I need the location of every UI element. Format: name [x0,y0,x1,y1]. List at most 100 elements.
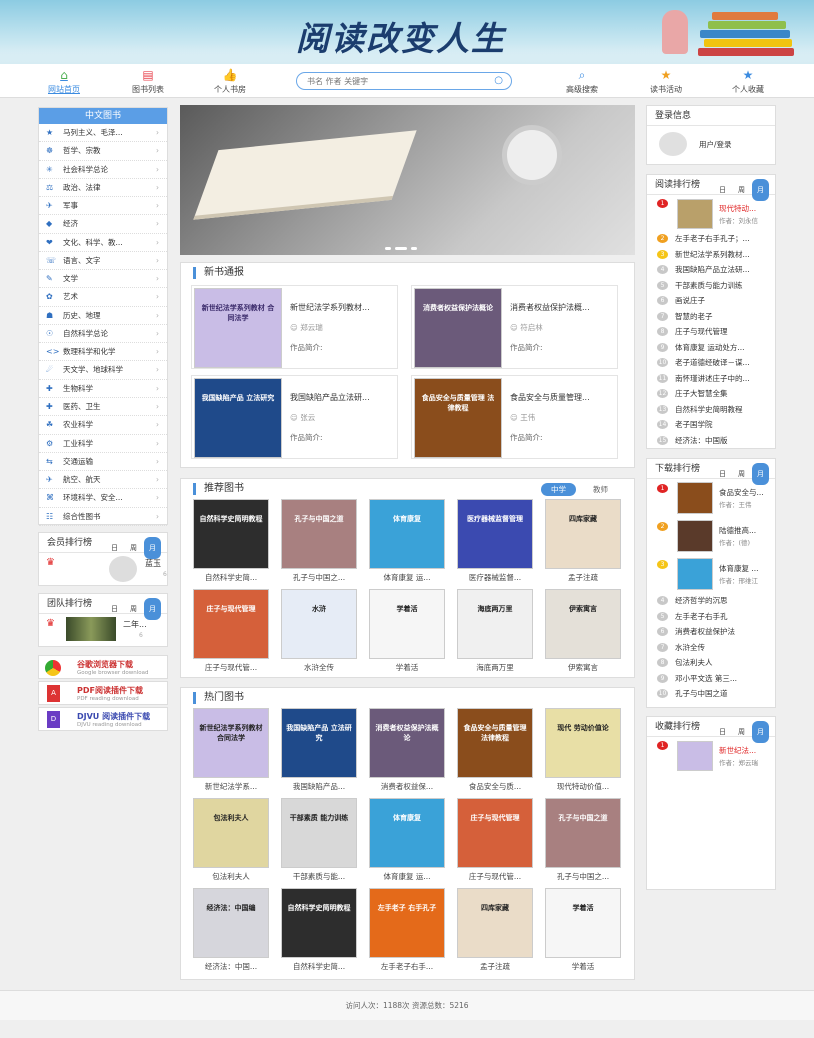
book-cover[interactable]: 我国缺陷产品 立法研究 [194,378,282,458]
new-book-card[interactable]: 消费者权益保护法概论 消费者权益保护法概... ☺ 符启林 作品简介: [411,285,618,369]
book-cover[interactable]: 我国缺陷产品 立法研究 [281,708,357,778]
book-caption[interactable]: 新世纪法学系... [192,781,270,792]
rank-item[interactable]: 10 老子道德经破译－谋... [647,355,775,371]
rank-top-item[interactable]: 3 体育康复 ... 作者：邢维江 [647,555,775,593]
book-caption[interactable]: 干部素质与能... [280,871,358,882]
rank-item[interactable]: 10 孔子与中国之道 [647,686,775,702]
category-item[interactable]: <> 数理科学和化学 › [39,343,167,362]
book-cover[interactable]: 干部素质 能力训练 [281,798,357,868]
carousel-dot-active[interactable] [395,247,407,250]
book-title[interactable]: 消费者权益保护法概... [510,302,590,313]
nav-book-list[interactable]: ▤ 图书列表 [118,68,178,95]
book-cover[interactable]: 体育康复 [369,499,445,569]
tab-middle-school[interactable]: 中学 [541,483,576,496]
book-cover[interactable]: 包法利夫人 [193,798,269,868]
book-caption[interactable]: 自然科学史简... [280,961,358,972]
category-item[interactable]: ⌘ 环境科学、安全... › [39,489,167,508]
category-item[interactable]: ✈ 航空、航天 › [39,471,167,490]
book-caption[interactable]: 包法利夫人 [192,871,270,882]
category-item[interactable]: ☷ 综合性图书 › [39,508,167,526]
tab-week[interactable]: 周 [125,598,142,620]
rank-item[interactable]: 9 邓小平文选 第三... [647,671,775,687]
search-input[interactable] [307,75,487,88]
category-item[interactable]: ☘ 农业科学 › [39,416,167,435]
book-caption[interactable]: 学着活 [368,662,446,673]
nav-my-favorites[interactable]: ★ 个人收藏 [718,68,778,95]
category-item[interactable]: ✳ 社会科学总论 › [39,161,167,179]
book-cover[interactable]: 体育康复 [369,798,445,868]
category-item[interactable]: ☏ 语言、文字 › [39,252,167,271]
carousel-dot[interactable] [411,247,417,250]
book-caption[interactable]: 孟子注疏 [456,961,534,972]
book-caption[interactable]: 现代特动价值... [544,781,622,792]
book-caption[interactable]: 学着活 [544,961,622,972]
category-item[interactable]: ☸ 哲学、宗教 › [39,142,167,161]
category-item[interactable]: ✎ 文学 › [39,270,167,289]
book-cover[interactable]: 自然科学史简明教程 [193,499,269,569]
book-caption[interactable]: 孟子注疏 [544,572,622,583]
category-item[interactable]: ⇆ 交通运输 › [39,453,167,472]
category-item[interactable]: ☄ 天文学、地球科学 › [39,361,167,380]
book-caption[interactable]: 庄子与现代管... [456,871,534,882]
category-item[interactable]: ✚ 医药、卫生 › [39,398,167,417]
book-cover[interactable]: 消费者权益保护法概论 [369,708,445,778]
book-caption[interactable]: 体育康复 运... [368,871,446,882]
book-caption[interactable]: 海底两万里 [456,662,534,673]
new-book-card[interactable]: 新世纪法学系列教材 合同法学 新世纪法学系列教材... ☺ 郑云瑞 作品简介: [191,285,398,369]
book-caption[interactable]: 孔子与中国之... [280,572,358,583]
hero-carousel[interactable] [180,105,635,255]
book-cover[interactable]: 现代 劳动价值论 [545,708,621,778]
book-cover[interactable]: 孔子与中国之道 [545,798,621,868]
rank-item[interactable]: 14 老子国学院 [647,417,775,433]
rank-item[interactable]: 2 左手老子右手孔子；... [647,231,775,247]
book-title[interactable]: 食品安全与质量管理... [510,392,590,403]
book-cover[interactable]: 学着活 [369,589,445,659]
book-caption[interactable]: 水浒全传 [280,662,358,673]
rank-item[interactable]: 5 左手老子右手孔 [647,609,775,625]
category-item[interactable]: ❤ 文化、科学、教... › [39,234,167,252]
new-book-card[interactable]: 我国缺陷产品 立法研究 我国缺陷产品立法研... ☺ 张云 作品简介: [191,375,398,459]
rank-item[interactable]: 4 经济哲学的沉思 [647,593,775,609]
book-cover[interactable]: 海底两万里 [457,589,533,659]
tab-teacher[interactable]: 教师 [593,484,608,495]
rank-item[interactable]: 4 我国缺陷产品立法研... [647,262,775,278]
book-caption[interactable]: 医疗器械监督... [456,572,534,583]
book-cover[interactable]: 四库家藏 [457,888,533,958]
rank-item[interactable]: 8 包法利夫人 [647,655,775,671]
category-item[interactable]: ✚ 生物科学 › [39,380,167,398]
book-caption[interactable]: 体育康复 运... [368,572,446,583]
tab-month[interactable]: 月 [144,537,161,559]
book-caption[interactable]: 伊索寓言 [544,662,622,673]
team-name[interactable]: 二年... [123,619,147,630]
rank-item[interactable]: 8 庄子与现代管理 [647,324,775,340]
book-caption[interactable]: 自然科学史简... [192,572,270,583]
nav-advanced-search[interactable]: ⌕ 高级搜索 [552,68,612,95]
category-item[interactable]: ✈ 军事 › [39,197,167,216]
nav-reading-activity[interactable]: ★ 读书活动 [636,68,696,95]
nav-home[interactable]: ⌂ 网站首页 [34,68,94,95]
rank-item[interactable]: 13 自然科学史简明教程 [647,402,775,418]
rank-item[interactable]: 7 水浒全传 [647,640,775,656]
book-caption[interactable]: 孔子与中国之... [544,871,622,882]
rank-top-item[interactable]: 2 陆德推高... 作者：(德) [647,517,775,555]
tab-week[interactable]: 周 [125,537,142,559]
book-title[interactable]: 我国缺陷产品立法研... [290,392,370,403]
rank-item[interactable]: 11 南怀瑾讲述庄子中的... [647,371,775,387]
nav-my-study[interactable]: 👍 个人书房 [200,68,260,95]
member-name[interactable]: 蓝玉 [145,558,161,569]
book-cover[interactable]: 经济法：中国编 [193,888,269,958]
book-cover[interactable]: 新世纪法学系列教材 合同法学 [194,288,282,368]
book-caption[interactable]: 庄子与现代管... [192,662,270,673]
rank-item[interactable]: 3 新世纪法学系列教材... [647,247,775,263]
book-caption[interactable]: 食品安全与质... [456,781,534,792]
rank-item[interactable]: 7 智慧的老子 [647,309,775,325]
book-caption[interactable]: 消费者权益保... [368,781,446,792]
book-caption[interactable]: 经济法：中国... [192,961,270,972]
book-cover[interactable]: 新世纪法学系列教材 合同法学 [193,708,269,778]
rank-item[interactable]: 6 消费者权益保护法 [647,624,775,640]
book-cover[interactable]: 医疗器械监督管理 [457,499,533,569]
rank-top-item[interactable]: 1 食品安全与... 作者：王伟 [647,479,775,517]
book-cover[interactable]: 左手老子 右手孔子 [369,888,445,958]
avatar[interactable] [109,556,137,582]
rank-item[interactable]: 6 画说庄子 [647,293,775,309]
